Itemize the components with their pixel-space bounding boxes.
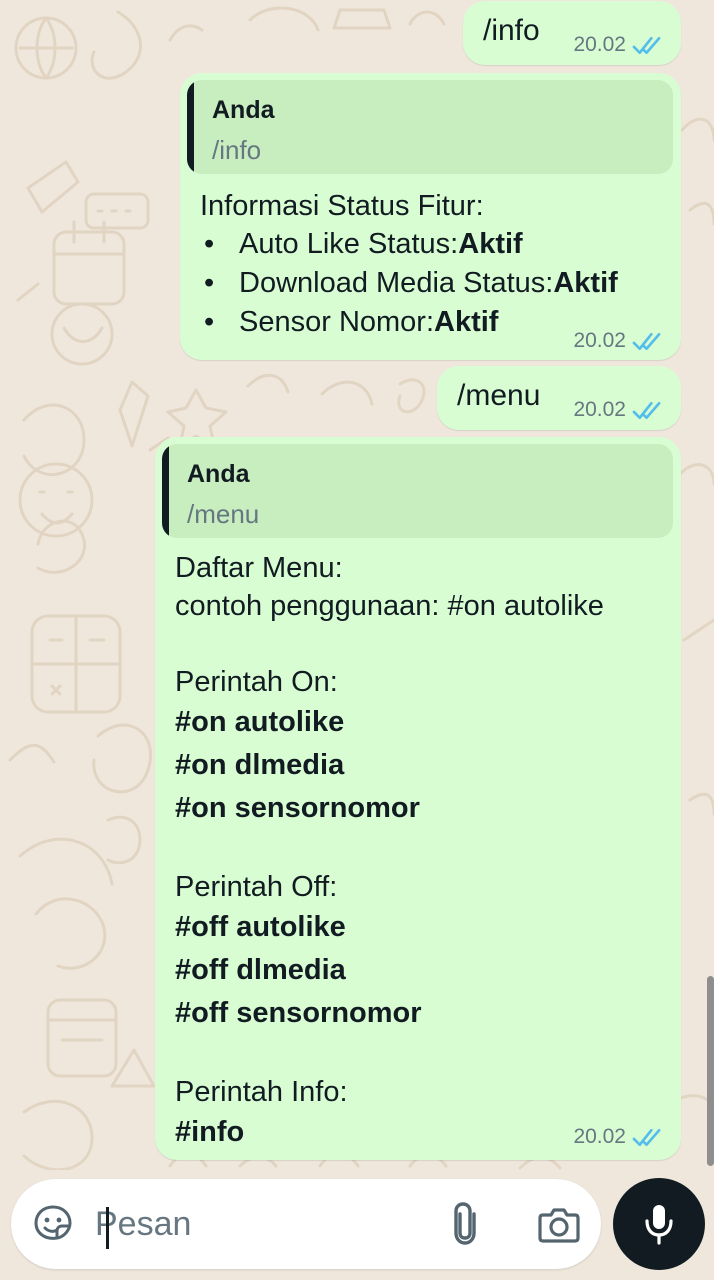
attach-button[interactable] (441, 1198, 493, 1250)
sticker-icon (34, 1205, 72, 1240)
quote-accent-bar (162, 444, 169, 538)
quote-accent-bar (187, 80, 194, 174)
feature-status-item: • Download Media Status: Aktif (200, 264, 618, 303)
feature-status-heading: Informasi Status Fitur: (200, 190, 484, 222)
quoted-message[interactable]: Anda /menu (162, 444, 673, 538)
outgoing-message-info-command[interactable]: /info 20.02 (463, 1, 681, 65)
feature-value: Aktif (553, 267, 618, 299)
message-time: 20.02 (573, 33, 626, 56)
feature-label: Auto Like Status: (239, 228, 459, 260)
command-line: #off dlmedia (175, 954, 346, 986)
quoted-author: Anda (212, 96, 275, 124)
camera-icon (538, 1208, 580, 1243)
feature-status-text: Informasi Status Fitur: • Auto Like Stat… (200, 187, 618, 342)
double-check-icon (632, 401, 661, 419)
message-text: /info (483, 14, 540, 47)
outgoing-message-info-reply[interactable]: Anda /info Informasi Status Fitur: • Aut… (180, 73, 681, 360)
sticker-button[interactable] (27, 1198, 79, 1250)
outgoing-message-menu-command[interactable]: /menu 20.02 (437, 366, 681, 430)
camera-button[interactable] (533, 1198, 585, 1250)
message-composer (0, 1170, 714, 1280)
message-time: 20.02 (573, 398, 626, 421)
chat-scrollbar[interactable] (707, 976, 714, 1166)
bullet-icon: • (204, 267, 215, 299)
message-meta: 20.02 (573, 399, 663, 420)
menu-title: Daftar Menu: (175, 552, 343, 584)
feature-status-item: • Auto Like Status: Aktif (200, 225, 618, 264)
quoted-text: /info (212, 135, 262, 165)
command-line: #on autolike (175, 706, 345, 738)
microphone-icon (645, 1205, 673, 1245)
command-line: #off autolike (175, 911, 346, 943)
menu-text: Daftar Menu: contoh penggunaan: #on auto… (175, 549, 604, 1154)
feature-value: Aktif (458, 228, 523, 260)
paperclip-icon (454, 1202, 476, 1245)
double-check-icon (632, 332, 661, 350)
message-input[interactable] (95, 1195, 425, 1253)
message-meta: 20.02 (573, 34, 663, 55)
quoted-author: Anda (187, 460, 250, 488)
voice-message-button[interactable] (613, 1178, 705, 1270)
feature-status-item: • Sensor Nomor: Aktif (200, 303, 618, 342)
on-commands-heading: Perintah On: (175, 666, 338, 698)
message-time: 20.02 (573, 1125, 626, 1148)
quoted-message[interactable]: Anda /info (187, 80, 673, 174)
command-line: #on dlmedia (175, 749, 345, 781)
command-line: #on sensornomor (175, 792, 420, 824)
command-line: #info (175, 1116, 245, 1148)
feature-value: Aktif (434, 306, 499, 338)
info-command-heading: Perintah Info: (175, 1076, 348, 1108)
message-time: 20.02 (573, 329, 626, 352)
double-check-icon (632, 1128, 661, 1146)
bullet-icon: • (204, 306, 215, 338)
message-text: /menu (457, 379, 541, 412)
message-meta: 20.02 (573, 1126, 663, 1147)
message-meta: 20.02 (573, 330, 663, 351)
double-check-icon (632, 36, 661, 54)
chat-area[interactable]: /info 20.02 Anda /info Informasi Status … (0, 0, 714, 1170)
feature-label: Download Media Status: (239, 267, 554, 299)
off-commands-heading: Perintah Off: (175, 871, 338, 903)
message-input-container[interactable] (11, 1179, 601, 1269)
quoted-text: /menu (187, 499, 260, 529)
bullet-icon: • (204, 228, 215, 260)
usage-example: contoh penggunaan: #on autolike (175, 590, 604, 622)
feature-label: Sensor Nomor: (239, 306, 435, 338)
outgoing-message-menu-reply[interactable]: Anda /menu Daftar Menu: contoh penggunaa… (155, 437, 681, 1160)
command-line: #off sensornomor (175, 997, 422, 1029)
text-caret (106, 1207, 109, 1249)
